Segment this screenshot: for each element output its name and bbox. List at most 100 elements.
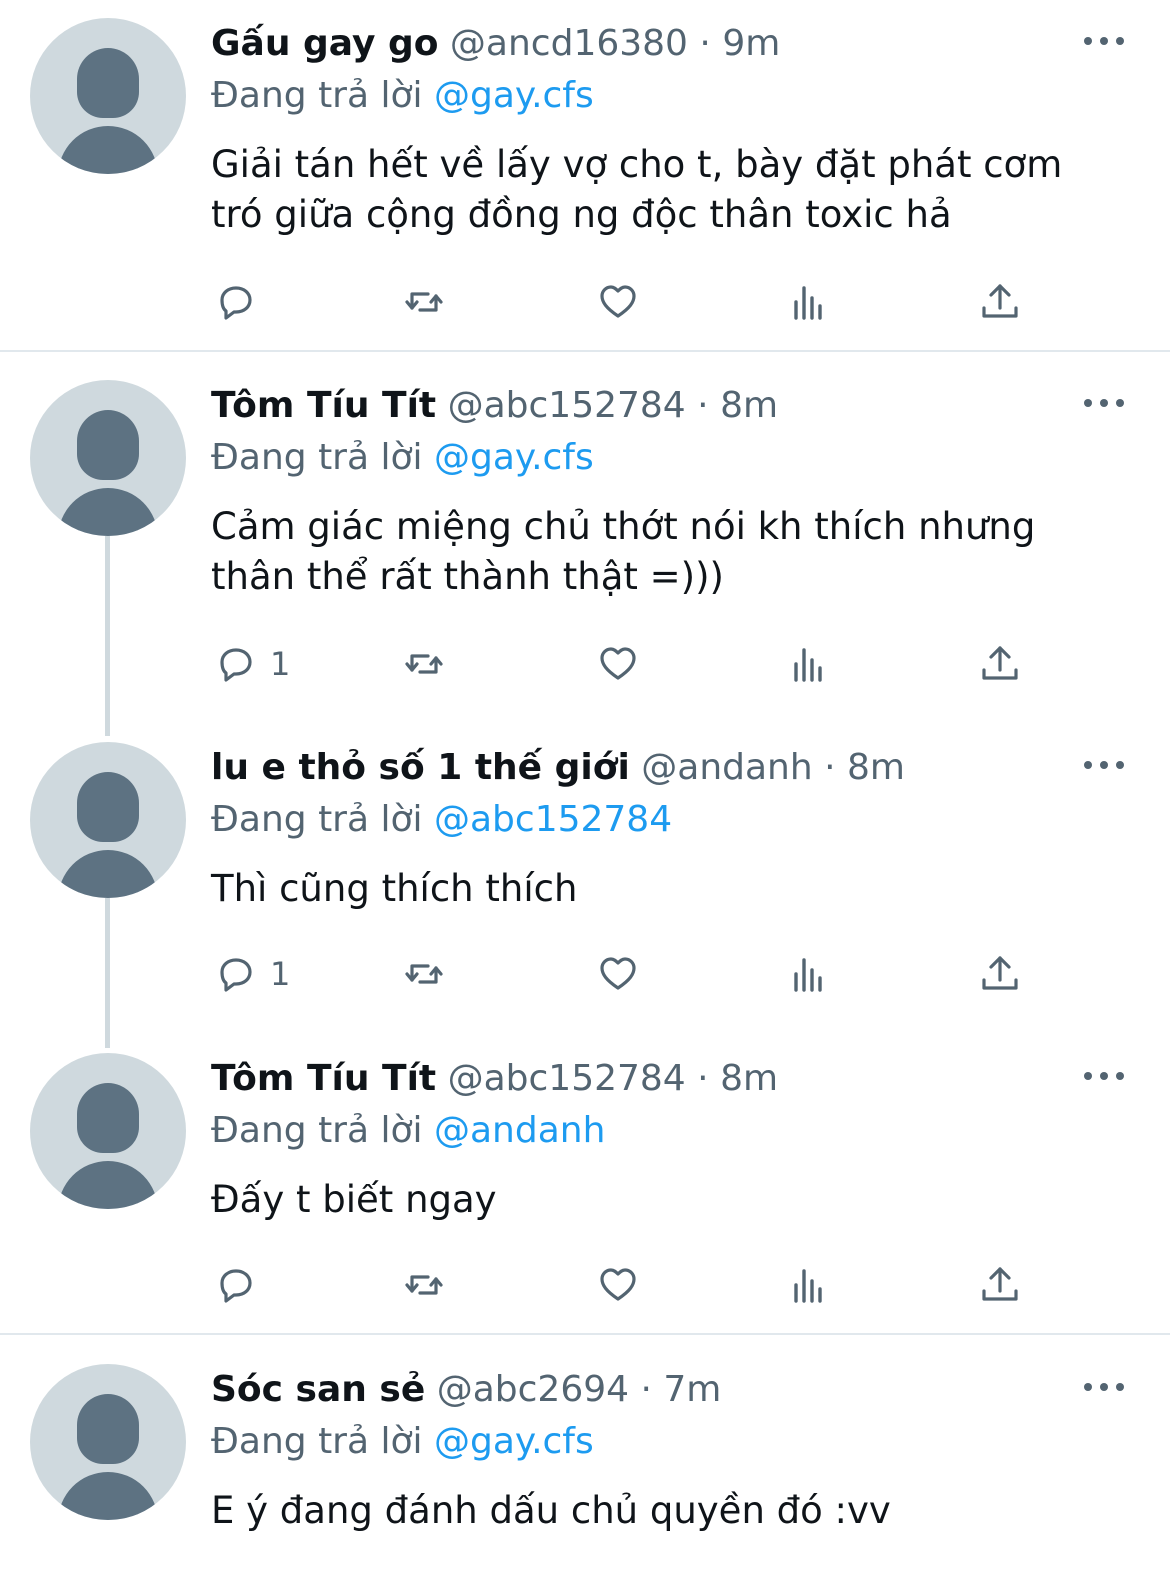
share-button[interactable] bbox=[976, 272, 1024, 332]
replying-to: Đang trả lời @andanh bbox=[211, 1109, 605, 1153]
mention-link[interactable]: @andanh bbox=[434, 1110, 605, 1151]
like-button[interactable] bbox=[594, 272, 642, 332]
retweet-button[interactable] bbox=[400, 944, 448, 1004]
reply-button[interactable] bbox=[212, 272, 270, 332]
avatar[interactable] bbox=[30, 742, 186, 898]
replying-to-label: Đang trả lời bbox=[211, 1421, 423, 1462]
display-name[interactable]: lu e thỏ số 1 thế giới bbox=[211, 747, 630, 788]
replying-to-label: Đang trả lời bbox=[211, 799, 423, 840]
display-name[interactable]: Sóc san sẻ bbox=[211, 1369, 425, 1410]
views-icon bbox=[786, 278, 834, 326]
display-name[interactable]: Tôm Tíu Tít bbox=[211, 385, 436, 426]
tweet-header: Sóc san sẻ @abc2694 · 7m bbox=[211, 1369, 722, 1410]
more-icon[interactable] bbox=[1084, 34, 1124, 46]
handle[interactable]: @andanh bbox=[641, 747, 812, 788]
avatar[interactable] bbox=[30, 18, 186, 174]
timestamp[interactable]: 8m bbox=[847, 747, 905, 788]
like-icon bbox=[594, 640, 642, 688]
tweet-actions: 1 bbox=[0, 944, 1170, 1004]
like-icon bbox=[594, 278, 642, 326]
reply-icon bbox=[212, 950, 260, 998]
reply-icon bbox=[212, 640, 260, 688]
tweet[interactable]: lu e thỏ số 1 thế giới @andanh · 8m Đang… bbox=[0, 724, 1170, 1034]
tweet-text: Giải tán hết về lấy vợ cho t, bày đặt ph… bbox=[211, 143, 1063, 236]
tweet-actions bbox=[0, 272, 1170, 332]
mention-link[interactable]: @abc152784 bbox=[434, 799, 672, 840]
replying-to: Đang trả lời @gay.cfs bbox=[211, 1420, 594, 1464]
like-button[interactable] bbox=[594, 634, 642, 694]
more-icon[interactable] bbox=[1084, 1380, 1124, 1392]
replying-to: Đang trả lời @gay.cfs bbox=[211, 74, 594, 118]
tweet-text: E ý đang đánh dấu chủ quyền đó :vv bbox=[211, 1489, 891, 1532]
divider bbox=[0, 1333, 1170, 1335]
views-button[interactable] bbox=[786, 1255, 834, 1315]
reply-icon bbox=[212, 1261, 260, 1309]
share-button[interactable] bbox=[976, 634, 1024, 694]
more-icon[interactable] bbox=[1084, 758, 1124, 770]
avatar[interactable] bbox=[30, 380, 186, 536]
tweet-text: Cảm giác miệng chủ thớt nói kh thích như… bbox=[211, 505, 1036, 598]
tweet-feed: Gấu gay go @ancd16380 · 9m Đang trả lời … bbox=[0, 0, 1170, 1574]
share-icon bbox=[976, 1261, 1024, 1309]
avatar[interactable] bbox=[30, 1364, 186, 1520]
reply-button[interactable]: 1 bbox=[212, 944, 290, 1004]
tweet[interactable]: Tôm Tíu Tít @abc152784 · 8m Đang trả lời… bbox=[0, 1035, 1170, 1335]
retweet-button[interactable] bbox=[400, 1255, 448, 1315]
like-icon bbox=[594, 1261, 642, 1309]
mention-link[interactable]: @gay.cfs bbox=[434, 437, 594, 478]
replying-to-label: Đang trả lời bbox=[211, 75, 423, 116]
reply-button[interactable]: 1 bbox=[212, 634, 290, 694]
views-icon bbox=[786, 950, 834, 998]
mention-link[interactable]: @gay.cfs bbox=[434, 75, 594, 116]
views-button[interactable] bbox=[786, 944, 834, 1004]
tweet-text: Thì cũng thích thích bbox=[211, 867, 578, 910]
share-icon bbox=[976, 640, 1024, 688]
timestamp[interactable]: 7m bbox=[663, 1369, 721, 1410]
tweet-header: Tôm Tíu Tít @abc152784 · 8m bbox=[211, 1058, 779, 1099]
tweet[interactable]: Sóc san sẻ @abc2694 · 7m Đang trả lời @g… bbox=[0, 1346, 1170, 1574]
more-icon[interactable] bbox=[1084, 1069, 1124, 1081]
handle[interactable]: @abc152784 bbox=[448, 385, 686, 426]
timestamp[interactable]: 9m bbox=[722, 23, 780, 64]
retweet-button[interactable] bbox=[400, 272, 448, 332]
views-button[interactable] bbox=[786, 272, 834, 332]
reply-icon bbox=[212, 278, 260, 326]
retweet-icon bbox=[400, 640, 448, 688]
views-button[interactable] bbox=[786, 634, 834, 694]
retweet-button[interactable] bbox=[400, 634, 448, 694]
tweet-header: Gấu gay go @ancd16380 · 9m bbox=[211, 23, 781, 64]
avatar[interactable] bbox=[30, 1053, 186, 1209]
replying-to-label: Đang trả lời bbox=[211, 1110, 423, 1151]
reply-count: 1 bbox=[270, 645, 291, 683]
tweet-header: Tôm Tíu Tít @abc152784 · 8m bbox=[211, 385, 779, 426]
tweet-text: Đấy t biết ngay bbox=[211, 1178, 497, 1221]
reply-button[interactable] bbox=[212, 1255, 270, 1315]
handle[interactable]: @ancd16380 bbox=[450, 23, 688, 64]
display-name[interactable]: Tôm Tíu Tít bbox=[211, 1058, 436, 1099]
reply-count: 1 bbox=[270, 955, 291, 993]
timestamp[interactable]: 8m bbox=[720, 1058, 778, 1099]
share-button[interactable] bbox=[976, 1255, 1024, 1315]
tweet[interactable]: Gấu gay go @ancd16380 · 9m Đang trả lời … bbox=[0, 0, 1170, 340]
share-button[interactable] bbox=[976, 944, 1024, 1004]
replying-to: Đang trả lời @gay.cfs bbox=[211, 436, 594, 480]
tweet-actions: 1 bbox=[0, 634, 1170, 694]
retweet-icon bbox=[400, 950, 448, 998]
tweet[interactable]: Tôm Tíu Tít @abc152784 · 8m Đang trả lời… bbox=[0, 362, 1170, 702]
share-icon bbox=[976, 278, 1024, 326]
display-name[interactable]: Gấu gay go bbox=[211, 23, 438, 64]
retweet-icon bbox=[400, 278, 448, 326]
tweet-header: lu e thỏ số 1 thế giới @andanh · 8m bbox=[211, 747, 906, 788]
handle[interactable]: @abc152784 bbox=[448, 1058, 686, 1099]
tweet-actions bbox=[0, 1255, 1170, 1315]
retweet-icon bbox=[400, 1261, 448, 1309]
like-button[interactable] bbox=[594, 1255, 642, 1315]
more-icon[interactable] bbox=[1084, 396, 1124, 408]
like-icon bbox=[594, 950, 642, 998]
like-button[interactable] bbox=[594, 944, 642, 1004]
share-icon bbox=[976, 950, 1024, 998]
replying-to: Đang trả lời @abc152784 bbox=[211, 798, 672, 842]
handle[interactable]: @abc2694 bbox=[437, 1369, 629, 1410]
timestamp[interactable]: 8m bbox=[720, 385, 778, 426]
mention-link[interactable]: @gay.cfs bbox=[434, 1421, 594, 1462]
